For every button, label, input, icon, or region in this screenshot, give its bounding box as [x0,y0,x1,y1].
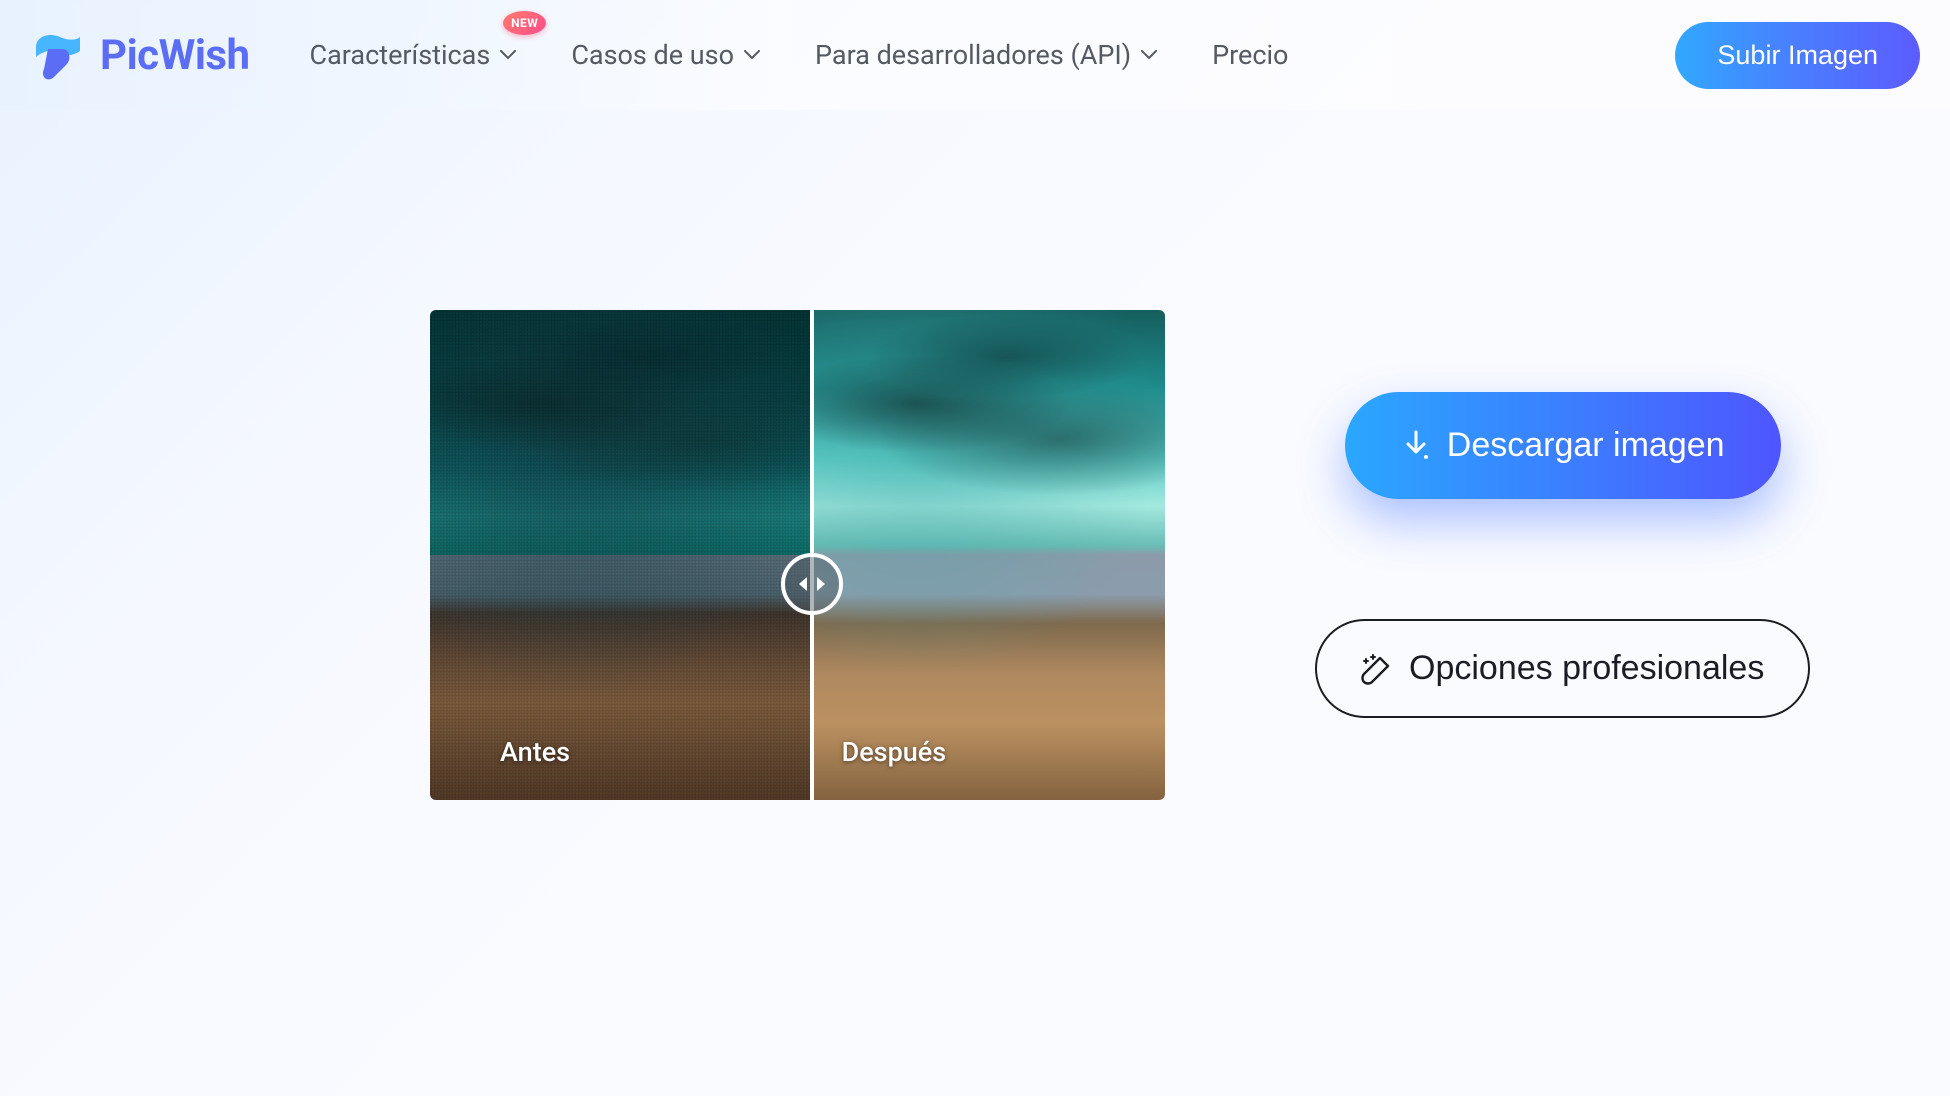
nav-item-usecases[interactable]: Casos de uso [571,39,760,71]
before-image [430,310,812,800]
top-nav: Características NEW Casos de uso Para de… [310,39,1289,71]
drag-arrows-icon [795,574,829,594]
new-badge: NEW [503,11,546,35]
chevron-down-icon [1141,50,1157,60]
compare-drag-handle[interactable] [781,553,843,615]
after-label: Después [842,736,947,768]
actions-column: Descargar imagen Opciones profesionales [1315,392,1810,718]
header: PicWish Características NEW Casos de uso… [0,0,1950,110]
before-label: Antes [500,736,570,768]
nav-label: Características [310,39,491,71]
nav-item-developers[interactable]: Para desarrolladores (API) [815,39,1157,71]
main-content: Antes Después Descargar imagen Opciones … [0,110,1950,800]
download-image-button[interactable]: Descargar imagen [1345,392,1781,499]
logo-icon [30,29,82,81]
pro-label: Opciones profesionales [1409,649,1764,688]
professional-options-button[interactable]: Opciones profesionales [1315,619,1810,718]
nav-label: Casos de uso [571,39,734,71]
before-after-compare[interactable]: Antes Después [430,310,1165,800]
magic-wand-icon [1361,653,1393,685]
nav-item-pricing[interactable]: Precio [1212,39,1288,71]
download-icon [1401,430,1431,462]
download-label: Descargar imagen [1447,426,1725,465]
chevron-down-icon [500,50,516,60]
brand-name: PicWish [100,31,250,80]
nav-label: Precio [1212,39,1288,71]
nav-label: Para desarrolladores (API) [815,39,1131,71]
upload-image-button[interactable]: Subir Imagen [1675,22,1920,89]
after-image [812,310,1165,800]
chevron-down-icon [744,50,760,60]
nav-item-features[interactable]: Características NEW [310,39,517,71]
logo[interactable]: PicWish [30,29,250,81]
